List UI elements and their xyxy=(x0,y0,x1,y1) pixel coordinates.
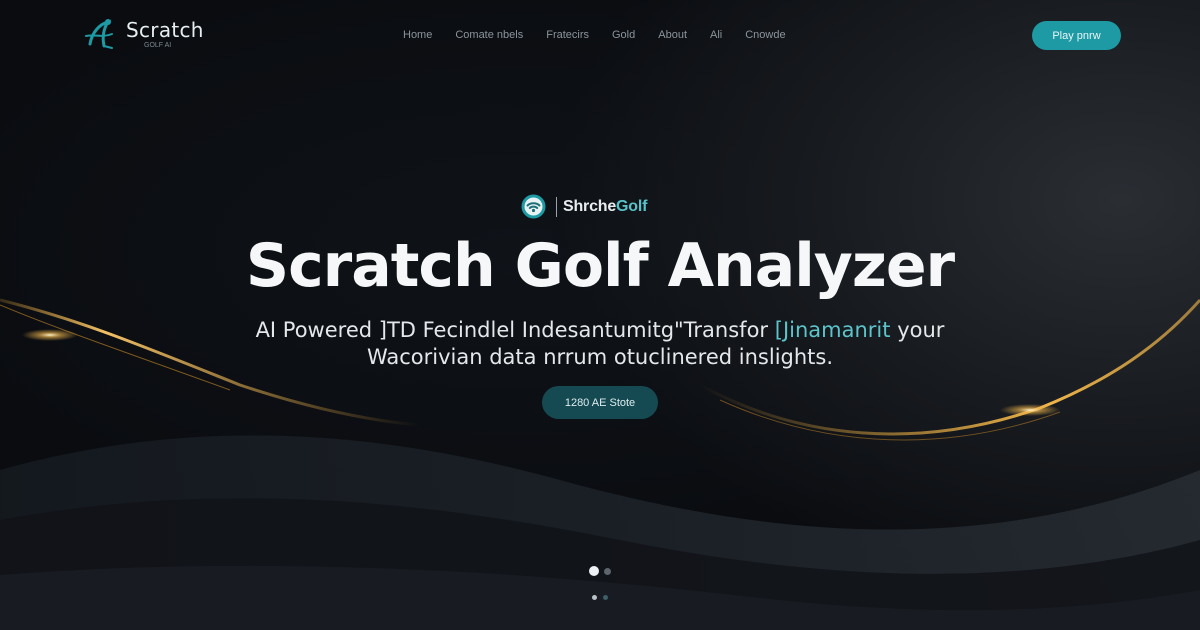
carousel-dot-active[interactable] xyxy=(589,566,599,576)
subtitle-line1-highlight: [Jinamanrit xyxy=(774,318,891,342)
subtitle-line1-end: your xyxy=(897,318,945,342)
scroll-dot xyxy=(603,595,608,600)
nav-item-home[interactable]: Home xyxy=(403,29,432,41)
badge-label-accent: Golf xyxy=(616,197,648,215)
hero-page: Scratch GOLF AI Home Comate nbels Fratec… xyxy=(0,0,1200,630)
hero-subtitle-line2: Wacorivian data nrrum otuclinered inslig… xyxy=(366,345,834,369)
wifi-signal-icon xyxy=(521,194,546,219)
golfer-swing-icon xyxy=(85,19,113,49)
page-title: Scratch Golf Analyzer xyxy=(245,231,955,301)
carousel-indicators xyxy=(589,566,611,576)
brand-tagline: GOLF AI xyxy=(144,41,172,49)
subtitle-line1-start: AI Powered ]TD Fecindlel Indesantumitg"T… xyxy=(255,318,769,342)
nav-item-features[interactable]: Fratecirs xyxy=(546,29,589,41)
brand-logo[interactable]: Scratch GOLF AI xyxy=(82,14,204,54)
badge-label: ShrcheGolf xyxy=(563,198,647,216)
nav-item-cnowde[interactable]: Cnowde xyxy=(745,29,785,41)
nav-item-comate[interactable]: Comate nbels xyxy=(455,29,523,41)
main-nav: Home Comate nbels Fratecirs Gold About A… xyxy=(403,29,809,41)
badge-label-main: Shrche xyxy=(563,197,617,215)
nav-item-gold[interactable]: Gold xyxy=(612,29,635,41)
background-waves xyxy=(0,298,1200,630)
cta-button[interactable]: 1280 AE Stote xyxy=(542,386,658,419)
scroll-indicator xyxy=(592,595,608,600)
badge-divider xyxy=(556,196,557,217)
product-badge: ShrcheGolf xyxy=(521,194,647,219)
nav-item-about[interactable]: About xyxy=(658,29,687,41)
brand-name: Scratch xyxy=(126,17,204,42)
carousel-dot[interactable] xyxy=(604,567,611,575)
scroll-dot xyxy=(592,595,597,600)
hero-subtitle-line1: AI Powered ]TD Fecindlel Indesantumitg"T… xyxy=(0,316,1200,344)
play-button[interactable]: Play pnrw xyxy=(1032,21,1121,50)
nav-item-ali[interactable]: Ali xyxy=(710,29,722,41)
